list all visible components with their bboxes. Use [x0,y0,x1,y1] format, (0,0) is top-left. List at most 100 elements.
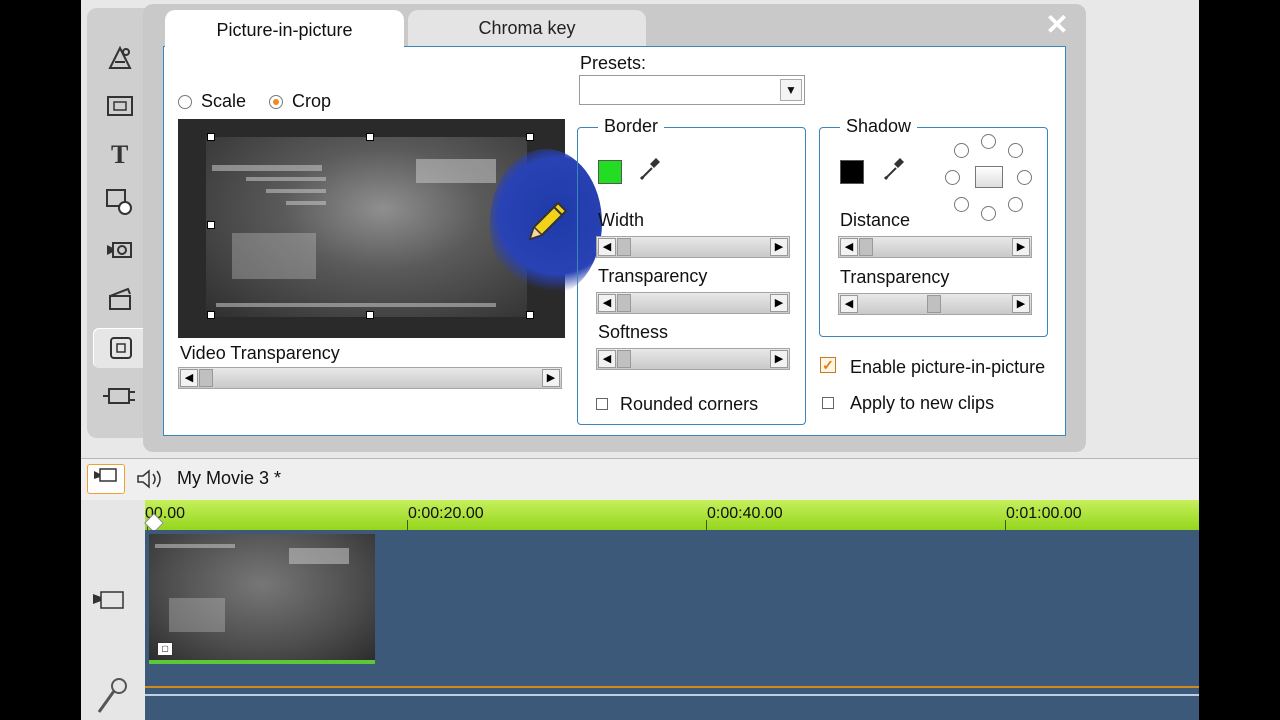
plugin-icon[interactable] [97,376,143,416]
slider-left-arrow[interactable]: ◀ [840,238,858,256]
crop-handle-br[interactable] [526,311,534,319]
preview-thumbnail [232,233,316,279]
slider-right-arrow[interactable]: ▶ [770,238,788,256]
shadow-direction-e[interactable] [1017,170,1032,185]
slider-left-arrow[interactable]: ◀ [180,369,198,387]
slider-thumb[interactable] [617,238,631,256]
slider-thumb[interactable] [859,238,873,256]
svg-text:T: T [111,141,128,167]
slider-left-arrow[interactable]: ◀ [598,238,616,256]
slider-thumb[interactable] [617,350,631,368]
video-transparency-slider[interactable]: ◀ ▶ [178,367,562,389]
pencil-icon [524,199,570,256]
crop-option[interactable]: Crop [269,91,331,112]
tab-chroma-key[interactable]: Chroma key [408,10,646,46]
shadow-direction-s[interactable] [981,206,996,221]
slider-thumb[interactable] [617,294,631,312]
preview-menu-block [416,159,496,183]
chevron-down-icon[interactable]: ▼ [780,79,802,101]
slider-right-arrow[interactable]: ▶ [542,369,560,387]
shadow-group: Shadow Distance ◀ ▶ Transparency ◀ ▶ [819,116,1048,337]
video-track-icon[interactable] [91,586,127,617]
timeline-ruler[interactable]: 00.00 0:00:20.00 0:00:40.00 0:01:00.00 [145,500,1199,530]
camera-effects-icon[interactable] [97,230,143,270]
shadow-direction-w[interactable] [945,170,960,185]
editor-pane: T Picture-in-picture Chroma key ✕ Scale … [81,0,1199,458]
border-transparency-label: Transparency [598,266,708,286]
ruler-label: 0:00:20.00 [408,505,484,522]
eyedropper-icon[interactable] [638,156,662,188]
crop-handle-tl[interactable] [207,133,215,141]
pip-badge-icon: ▢ [157,642,173,656]
microphone-icon[interactable] [95,676,129,720]
crop-handle-bottom[interactable] [366,311,374,319]
transitions-icon[interactable] [97,38,143,78]
shadow-direction-center[interactable] [975,166,1003,188]
preview-footer-line [216,303,496,307]
shadow-color-swatch[interactable] [840,160,864,184]
border-softness-slider[interactable]: ◀ ▶ [596,348,790,370]
ruler-tick [706,520,707,530]
slider-thumb[interactable] [927,295,941,313]
apply-new-clips-checkbox[interactable] [822,397,834,409]
clip-thumb-block [289,548,349,564]
border-color-swatch[interactable] [598,160,622,184]
shadow-transparency-slider[interactable]: ◀ ▶ [838,293,1032,315]
shadow-direction-n[interactable] [981,134,996,149]
crop-radio[interactable] [269,95,283,110]
shadow-direction-se[interactable] [1008,197,1023,212]
presets-label: Presets: [580,53,647,73]
disc-menu-icon[interactable] [97,182,143,222]
timeline-view-icon[interactable] [87,464,125,494]
picture-icon[interactable] [97,86,143,126]
shadow-transparency-label: Transparency [840,267,950,287]
border-transparency-slider[interactable]: ◀ ▶ [596,292,790,314]
slider-left-arrow[interactable]: ◀ [598,350,616,368]
pip-icon[interactable] [93,328,149,368]
slider-left-arrow[interactable]: ◀ [840,295,858,313]
preview-menu-line [246,177,326,181]
preview-menu-line [212,165,322,171]
crop-handle-bl[interactable] [207,311,215,319]
crop-handle-left[interactable] [207,221,215,229]
slider-thumb[interactable] [199,369,213,387]
slider-right-arrow[interactable]: ▶ [770,350,788,368]
video-clip[interactable]: ▢ [149,534,375,664]
pip-preview[interactable] [178,119,602,338]
shadow-title: Shadow [840,116,918,137]
slider-right-arrow[interactable]: ▶ [770,294,788,312]
shadow-direction-ne[interactable] [1008,143,1023,158]
speaker-icon[interactable] [135,468,163,495]
slider-right-arrow[interactable]: ▶ [1012,238,1030,256]
ruler-tick [407,520,408,530]
shadow-distance-slider[interactable]: ◀ ▶ [838,236,1032,258]
enable-pip-label: Enable picture-in-picture [850,357,1046,377]
audio-waveform [145,694,1199,696]
shadow-direction-sw[interactable] [954,197,969,212]
slider-left-arrow[interactable]: ◀ [598,294,616,312]
close-icon[interactable]: ✕ [1043,11,1071,40]
border-width-slider[interactable]: ◀ ▶ [596,236,790,258]
title-icon[interactable]: T [97,134,143,174]
preview-menu-line [266,189,326,193]
ruler-label: 0:00:40.00 [707,505,783,522]
crop-handle-top[interactable] [366,133,374,141]
ruler-tick [1005,520,1006,530]
audio-volume-line[interactable] [145,686,1199,688]
presets-dropdown[interactable]: ▼ [579,75,805,105]
ruler-label: 0:01:00.00 [1006,505,1082,522]
tab-picture-in-picture[interactable]: Picture-in-picture [165,10,404,50]
slider-right-arrow[interactable]: ▶ [1012,295,1030,313]
eyedropper-icon[interactable] [882,156,906,188]
studio-app: T Picture-in-picture Chroma key ✕ Scale … [81,0,1199,720]
pip-panel: Scale Crop Video Transparency ◀ ▶ Preset… [163,46,1066,436]
rounded-corners-checkbox[interactable] [596,398,608,410]
crop-handle-tr[interactable] [526,133,534,141]
enable-pip-checkbox[interactable]: ✓ [820,357,836,373]
video-transparency-label: Video Transparency [180,343,340,363]
clapper-icon[interactable] [97,278,143,318]
scale-label: Scale [201,91,247,111]
scale-radio[interactable] [178,95,192,110]
shadow-direction-nw[interactable] [954,143,969,158]
scale-option[interactable]: Scale [178,91,246,112]
